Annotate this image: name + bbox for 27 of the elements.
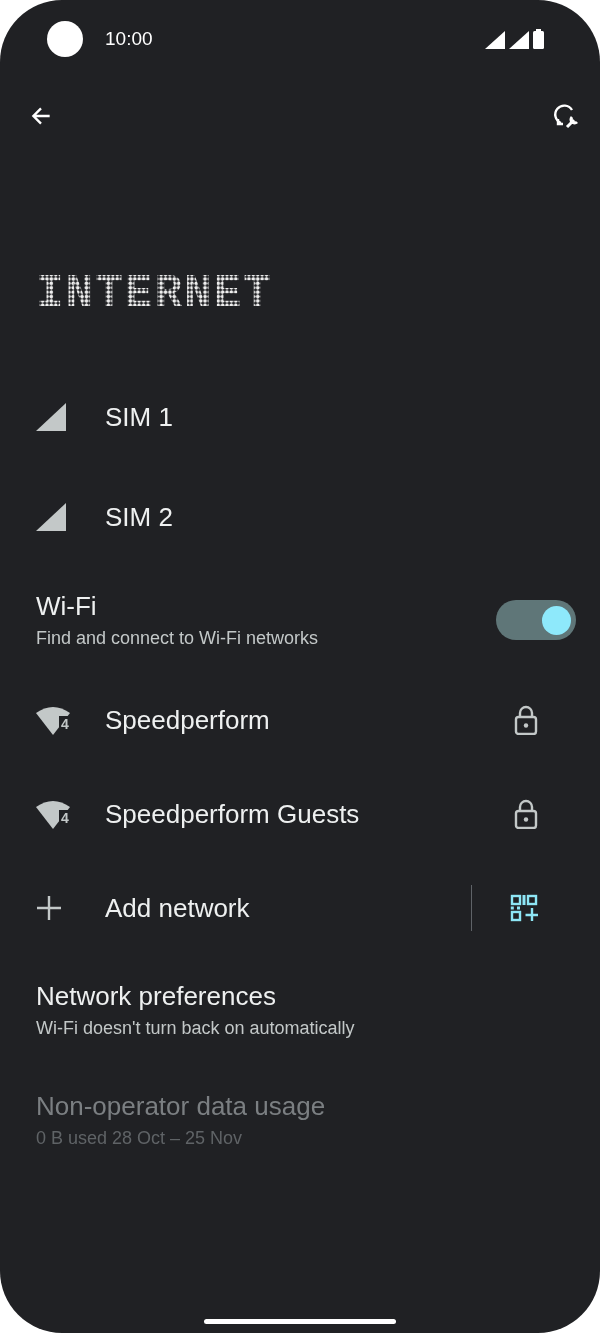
- wifi-setting[interactable]: Wi-Fi Find and connect to Wi-Fi networks: [0, 567, 600, 673]
- setting-title: Non-operator data usage: [36, 1091, 326, 1122]
- setting-summary: 0 B used 28 Oct – 25 Nov: [36, 1128, 243, 1149]
- plus-icon: [36, 895, 62, 921]
- add-network-item[interactable]: Add network: [36, 861, 471, 955]
- sim-item[interactable]: SIM 2: [0, 467, 600, 567]
- signal-icon: [509, 31, 529, 49]
- toggle-switch[interactable]: [496, 600, 576, 640]
- setting-summary: Find and connect to Wi-Fi networks: [36, 628, 320, 649]
- qr-code-scan-icon[interactable]: [510, 894, 538, 922]
- signal-icon: [36, 503, 66, 531]
- network-item[interactable]: 4 Speedperform: [0, 673, 600, 767]
- setting-summary: Wi-Fi doesn't turn back on automatically: [36, 1018, 355, 1039]
- signal-icon: [36, 403, 66, 431]
- generation-label: 4: [59, 810, 70, 826]
- signal-icon: [485, 31, 505, 49]
- network-item[interactable]: 4 Speedperform Guests: [0, 767, 600, 861]
- clock: 10:00: [105, 28, 154, 50]
- refresh-wrench-icon[interactable]: [552, 102, 580, 130]
- battery-icon: [533, 29, 544, 49]
- sim-item[interactable]: SIM 1: [0, 367, 600, 467]
- setting-title: Wi-Fi: [36, 591, 98, 622]
- wifi-icon: [36, 799, 70, 829]
- wifi-icon: [36, 705, 70, 735]
- generation-label: 4: [59, 716, 70, 732]
- camera-hole: [47, 21, 83, 57]
- setting-title: Network preferences: [36, 981, 276, 1012]
